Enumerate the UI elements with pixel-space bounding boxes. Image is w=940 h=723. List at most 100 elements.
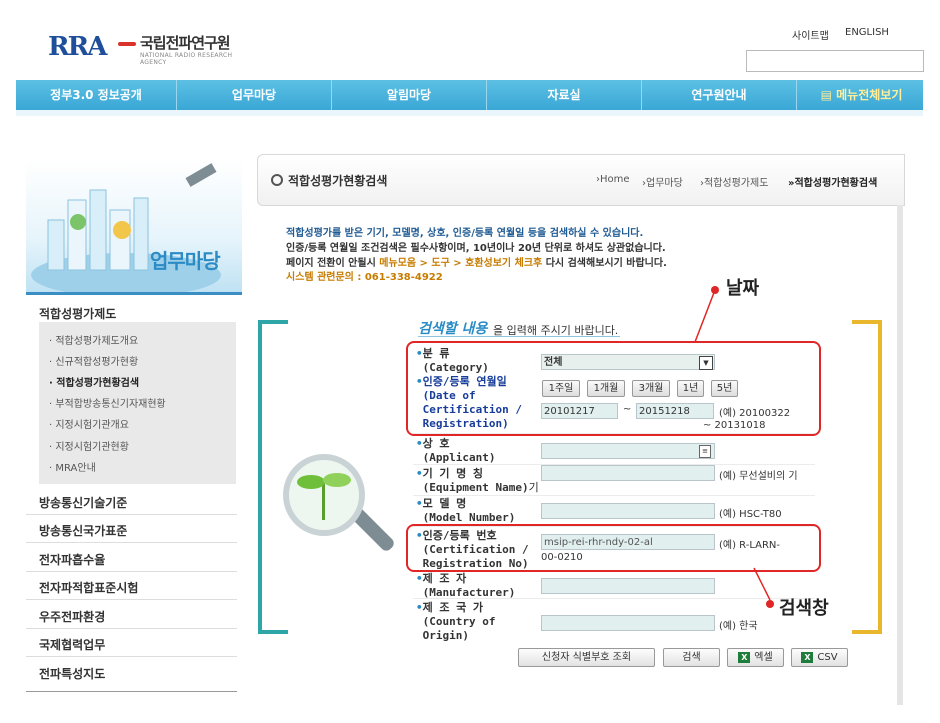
sidebar-item-intl-coop[interactable]: 국제협력업무 — [39, 636, 105, 653]
main-nav: 정부3.0 정보공개 업무마당 알림마당 자료실 연구원안내 ▤ 메뉴전체보기 — [16, 80, 923, 112]
nav-item-business[interactable]: 업무마당 — [177, 80, 332, 110]
sidebar-item-emc-test[interactable]: 전자파적합표준시험 — [39, 579, 138, 596]
notice-line-3: 페이지 전환이 안될시 메뉴모음 > 도구 > 호환성보기 체크후 다시 검색해… — [286, 254, 667, 269]
nav-item-notice[interactable]: 알림마당 — [332, 80, 487, 110]
content-right-border — [897, 205, 903, 705]
excel-button[interactable]: X 엑셀 — [727, 648, 784, 667]
excel-icon: X — [738, 651, 751, 663]
notice-highlight: 체크후 — [514, 258, 543, 269]
manufacturer-label: •제 조 자 (Manufacturer) — [416, 572, 516, 599]
sidebar-bottom-line — [26, 691, 237, 692]
sidebar-subitem-search[interactable]: · 적합성평가현황검색 — [49, 374, 139, 389]
logo-english-name: NATIONAL RADIO RESEARCH AGENCY — [140, 52, 233, 66]
sidebar-item-national-standard[interactable]: 방송통신국가표준 — [39, 522, 127, 539]
equipment-label-kr: 기 기 명 칭 — [422, 467, 483, 480]
english-link[interactable]: ENGLISH — [845, 27, 889, 38]
logo-korean-name: 국립전파연구원 — [140, 34, 231, 52]
nav-sub-strip — [16, 110, 923, 116]
applicant-lookup-button[interactable]: 신청자 식별부호 조회 — [518, 648, 655, 667]
sidebar-divider — [26, 292, 242, 295]
form-title: 검색할 내용 — [418, 321, 488, 337]
country-label-kr: 제 조 국 가 — [422, 601, 483, 614]
title-bullet-icon — [271, 174, 283, 186]
form-title-underline — [418, 336, 620, 337]
sidebar-separator — [26, 571, 237, 572]
country-input[interactable] — [541, 615, 715, 631]
country-label-en1: (Country of — [422, 615, 496, 628]
bracket-left — [258, 320, 288, 634]
sidebar-separator — [26, 514, 237, 515]
page-title: 적합성평가현황검색 — [288, 174, 388, 188]
date-annotation-dot — [711, 286, 719, 294]
country-label: •제 조 국 가 (Country of Origin) — [416, 601, 496, 642]
logo-swoosh — [118, 42, 136, 46]
menu-icon: ▤ — [820, 88, 837, 102]
breadcrumb-conformity[interactable]: ›적합성평가제도 — [700, 174, 768, 189]
breadcrumb-current: »적합성평가현황검색 — [788, 178, 878, 189]
country-label-en2: Origin) — [422, 629, 469, 642]
sidebar-subitem-label: 적합성평가제도개요 — [55, 336, 139, 347]
annotation-lines — [694, 289, 771, 601]
sidebar-item-radio-map[interactable]: 전파특성지도 — [39, 665, 105, 682]
sidebar-subitem-label: 적합성평가현황검색 — [56, 378, 140, 389]
sidebar-subitem-label: 지정시험기관현황 — [55, 442, 129, 453]
sidebar-item-space-weather[interactable]: 우주전파환경 — [39, 608, 105, 625]
logo-mark: RRA — [48, 32, 107, 62]
manufacturer-input[interactable] — [541, 578, 715, 594]
applicant-label-kr: 상 호 — [422, 437, 450, 450]
breadcrumb-label: 업무마당 — [646, 178, 683, 189]
sidebar-subitem-mra[interactable]: · MRA안내 — [49, 459, 96, 474]
model-label-kr: 모 델 명 — [422, 497, 467, 510]
nav-item-about[interactable]: 연구원안내 — [642, 80, 797, 110]
equipment-name-input[interactable] — [541, 465, 715, 481]
breadcrumb-label: 적합성평가현황검색 — [794, 178, 878, 189]
nav-item-archive[interactable]: 자료실 — [487, 80, 642, 110]
breadcrumb-label: 적합성평가제도 — [704, 178, 769, 189]
site-logo[interactable]: RRA 국립전파연구원 NATIONAL RADIO RESEARCH AGEN… — [48, 30, 248, 66]
sidebar-item-tech-standard[interactable]: 방송통신기술기준 — [39, 494, 127, 511]
contact-number: 061-338-4922 — [364, 272, 443, 283]
csv-label: CSV — [817, 652, 838, 663]
sidebar-subitem-lab-overview[interactable]: · 지정시험기관개요 — [49, 416, 129, 431]
sidebar-item-sar[interactable]: 전자파흡수율 — [39, 551, 105, 568]
sidebar-subitem-new[interactable]: · 신규적합성평가현황 — [49, 353, 138, 368]
sidebar-subitem-nonconforming[interactable]: · 부적합방송통신기자재현황 — [49, 395, 166, 410]
breadcrumb-label: Home — [600, 174, 630, 185]
model-label: •모 델 명 (Model Number) — [416, 497, 516, 524]
contact-label: 시스템 관련문의 : — [286, 272, 365, 283]
sidebar-subitem-label: 부적합방송통신기자재현황 — [55, 399, 166, 410]
sidebar-separator — [26, 599, 237, 600]
notice-line-1: 적합성평가를 받은 기기, 모델명, 상호, 인증/등록 연월일 등을 검색하실… — [286, 228, 644, 239]
site-search-input[interactable] — [746, 50, 924, 72]
search-button[interactable]: 검색 — [663, 648, 720, 667]
model-label-en: (Model Number) — [422, 511, 516, 524]
nav-all-menu[interactable]: ▤ 메뉴전체보기 — [797, 80, 926, 110]
applicant-input[interactable]: ≡ — [541, 443, 715, 459]
applicant-label-en: (Applicant) — [422, 451, 496, 464]
sidebar-separator — [26, 656, 237, 657]
sidebar-separator — [26, 542, 237, 543]
model-number-input[interactable] — [541, 503, 715, 519]
date-annotation-label: 날짜 — [726, 278, 760, 299]
sidebar-submenu: · 적합성평가제도개요 · 신규적합성평가현황 · 적합성평가현황검색 · 부적… — [39, 322, 236, 484]
searchbox-annotation-dot — [766, 600, 774, 608]
sidebar-section-title[interactable]: 적합성평가제도 — [39, 305, 116, 322]
nav-item-gov30[interactable]: 정부3.0 정보공개 — [16, 80, 177, 110]
bracket-right — [852, 320, 882, 634]
sidebar-subitem-label: MRA안내 — [55, 463, 96, 474]
breadcrumb-home[interactable]: ›Home — [596, 174, 630, 185]
searchbox-annotation-label: 검색창 — [779, 598, 829, 619]
csv-button[interactable]: X CSV — [791, 648, 848, 667]
magnifier-icon — [283, 454, 365, 536]
csv-icon: X — [801, 651, 814, 663]
sidebar-subitem-overview[interactable]: · 적합성평가제도개요 — [49, 332, 138, 347]
excel-label: 엑셀 — [754, 652, 773, 663]
sidebar-subitem-label: 신규적합성평가현황 — [55, 357, 139, 368]
sidebar-subitem-lab-status[interactable]: · 지정시험기관현황 — [49, 438, 129, 453]
equipment-label-en: (Equipment Name) — [422, 481, 529, 494]
nav-all-menu-label: 메뉴전체보기 — [836, 88, 903, 102]
breadcrumb-business[interactable]: ›업무마당 — [642, 174, 683, 189]
sitemap-link[interactable]: 사이트맵 — [792, 27, 829, 42]
applicant-label: •상 호 (Applicant) — [416, 437, 496, 464]
equipment-label: •기 기 명 칭 (Equipment Name)기 — [416, 467, 539, 494]
